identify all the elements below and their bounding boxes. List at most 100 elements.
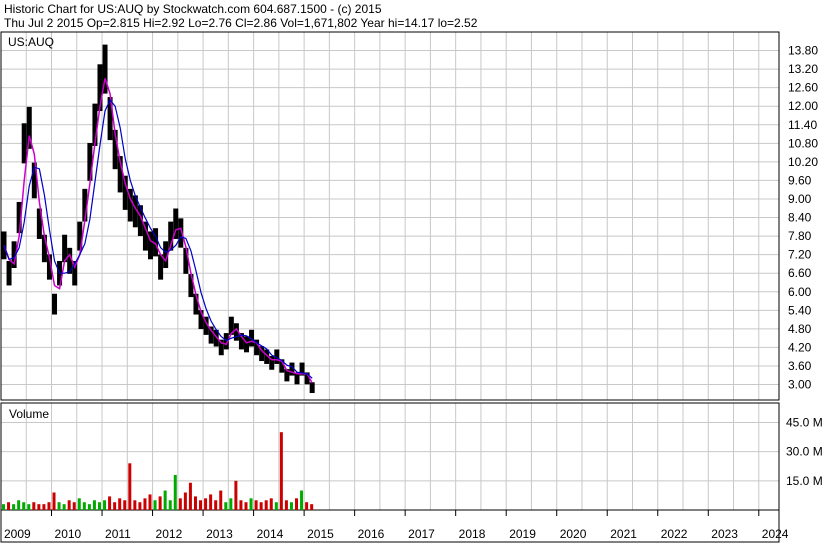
volume-bar (118, 498, 122, 510)
volume-bar (209, 494, 213, 510)
symbol-label: US:AUQ (8, 35, 54, 49)
volume-bar (133, 500, 137, 510)
volume-bar (42, 504, 46, 510)
volume-bar (148, 494, 152, 510)
volume-bar (249, 498, 253, 510)
volume-bar (2, 504, 5, 510)
volume-bar (279, 432, 283, 510)
price-tick-label: 12.00 (788, 99, 818, 113)
volume-bar (234, 480, 238, 510)
x-tick-label: 2012 (156, 527, 183, 541)
volume-bar (300, 490, 304, 510)
x-tick-label: 2018 (459, 527, 486, 541)
x-tick-label: 2013 (206, 527, 233, 541)
volume-bar (153, 500, 157, 510)
price-tick-label: 6.60 (788, 266, 812, 280)
volume-bar (92, 500, 96, 510)
volume-bar (32, 502, 36, 510)
volume-bar (128, 463, 132, 510)
volume-tick-label: 30.0 M (786, 445, 823, 459)
volume-bar (12, 504, 16, 510)
volume-bar (244, 502, 248, 510)
price-tick-label: 10.20 (788, 155, 818, 169)
price-range-bar (158, 254, 164, 280)
price-tick-label: 4.80 (788, 322, 812, 336)
x-tick-label: 2020 (560, 527, 587, 541)
moving-average-long-line (3, 98, 313, 379)
x-tick-label: 2009 (4, 527, 31, 541)
x-ticks: 2009 2010 2011 2012 2013 2014 2015 2016 2017 2018… (0, 510, 789, 541)
volume-bar (193, 496, 197, 510)
price-tick-label: 12.60 (788, 81, 818, 95)
price-y-ticks: 13.80 13.20 12.60 12.00 11.40 10.80 10.20 9.60 9… (788, 44, 818, 392)
price-tick-label: 9.00 (788, 192, 812, 206)
x-tick-label: 2015 (307, 527, 334, 541)
volume-bar (7, 502, 11, 510)
volume-bar (27, 504, 31, 510)
volume-y-ticks: 45.0 M 30.0 M 15.0 M (786, 415, 823, 487)
volume-bar (108, 496, 112, 510)
volume-bar (97, 502, 101, 510)
x-tick-label: 2021 (610, 527, 637, 541)
volume-tick-label: 15.0 M (786, 474, 823, 488)
volume-bar (183, 492, 187, 510)
price-tick-label: 10.80 (788, 136, 818, 150)
volume-bar (163, 490, 167, 510)
price-tick-label: 13.80 (788, 44, 818, 58)
volume-bar (219, 490, 223, 510)
price-range-bar (309, 382, 315, 394)
volume-bar (259, 502, 263, 510)
volume-bar (305, 502, 309, 510)
price-tick-label: 6.00 (788, 285, 812, 299)
price-range-bar (183, 247, 189, 274)
volume-bar (214, 500, 218, 510)
quote-summary: Thu Jul 2 2015 Op=2.815 Hi=2.92 Lo=2.76 … (4, 16, 478, 30)
x-tick-label: 2010 (55, 527, 82, 541)
volume-bar (62, 504, 66, 510)
price-tick-label: 11.40 (788, 118, 817, 132)
moving-average-short-line (3, 78, 313, 384)
volume-bar (199, 500, 203, 510)
grid-layer (0, 32, 779, 510)
volume-bar (22, 502, 26, 510)
volume-bar (284, 500, 288, 510)
chart-title: Historic Chart for US:AUQ by Stockwatch.… (4, 2, 382, 16)
price-tick-label: 5.40 (788, 303, 812, 317)
price-tick-label: 7.80 (788, 229, 812, 243)
price-tick-label: 13.20 (788, 62, 818, 76)
price-tick-label: 9.60 (788, 173, 812, 187)
price-tick-label: 7.20 (788, 248, 812, 262)
price-range-bar (6, 260, 12, 286)
volume-bar (289, 502, 293, 510)
x-tick-label: 2014 (257, 527, 284, 541)
volume-bar (47, 502, 51, 510)
volume-bar (224, 502, 228, 510)
price-bars-layer (1, 44, 315, 394)
volume-tick-label: 45.0 M (786, 415, 823, 429)
x-tick-label: 2022 (661, 527, 688, 541)
volume-bars-layer (2, 432, 314, 510)
volume-bar (138, 502, 142, 510)
price-tick-label: 4.20 (788, 340, 812, 354)
stock-chart: Historic Chart for US:AUQ by Stockwatch.… (0, 2, 823, 543)
volume-panel-border (0, 402, 780, 511)
price-tick-label: 8.40 (788, 211, 812, 225)
volume-bar (295, 498, 299, 510)
x-tick-label: 2017 (408, 527, 435, 541)
volume-bar (123, 500, 127, 510)
volume-bar (158, 496, 162, 510)
volume-bar (168, 500, 172, 510)
volume-panel-title: Volume (9, 407, 49, 421)
volume-bar (239, 500, 243, 510)
price-tick-label: 3.60 (788, 359, 812, 373)
volume-bar (188, 482, 192, 510)
x-tick-label: 2011 (105, 527, 131, 541)
volume-bar (77, 498, 81, 510)
volume-bar (204, 498, 208, 510)
volume-bar (254, 500, 258, 510)
volume-bar (310, 504, 314, 510)
x-tick-label: 2023 (711, 527, 738, 541)
price-range-bar (21, 123, 27, 164)
volume-bar (82, 502, 86, 510)
volume-bar (229, 498, 233, 510)
